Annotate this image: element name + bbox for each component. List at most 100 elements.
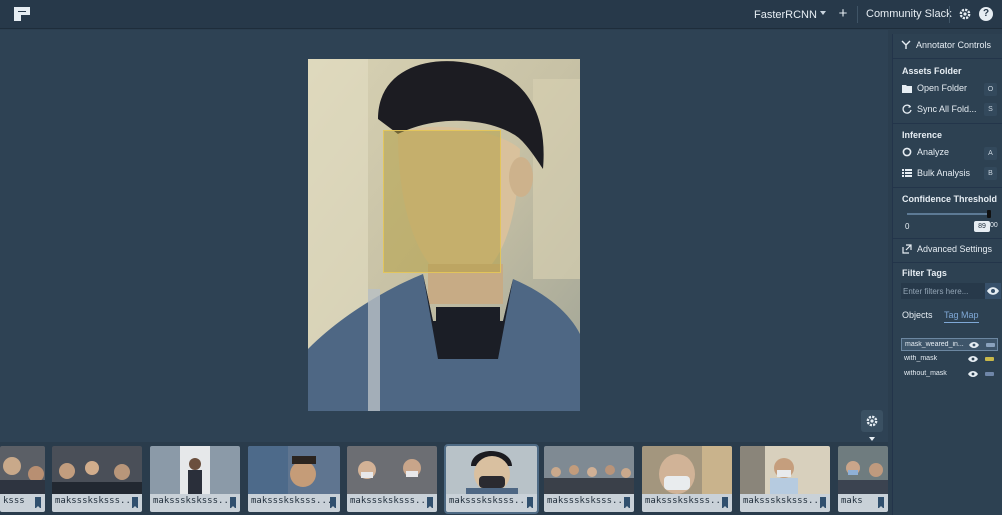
tag-row-without-mask[interactable]: without_mask xyxy=(901,368,998,381)
bookmark-icon[interactable] xyxy=(330,497,336,509)
logo-icon xyxy=(14,7,30,21)
analyze-button[interactable]: Analyze xyxy=(902,144,949,160)
thumbnail-label: maks xyxy=(841,496,863,506)
thumbnail-image xyxy=(150,446,240,494)
bookmark-icon[interactable] xyxy=(132,497,138,509)
thumbnail[interactable]: maksssksksss... xyxy=(347,446,437,512)
tag-row-mask-weared-incorrect[interactable]: mask_weared_in... xyxy=(901,338,998,351)
advanced-settings-label: Advanced Settings xyxy=(917,244,993,254)
collapse-filmstrip-icon[interactable] xyxy=(869,437,875,441)
thumbnail-image xyxy=(52,446,142,494)
eye-icon[interactable] xyxy=(968,370,978,378)
confidence-slider-handle[interactable] xyxy=(987,210,991,218)
thumbnail-label: maksssksksss... xyxy=(350,496,432,506)
thumbnail[interactable]: ksss xyxy=(0,446,45,512)
thumbnail-label: maksssksksss... xyxy=(547,496,629,506)
tab-objects[interactable]: Objects xyxy=(902,310,933,320)
tag-row-with-mask[interactable]: with_mask xyxy=(901,353,998,366)
external-settings-icon xyxy=(902,244,912,254)
slider-value: 89 xyxy=(974,221,990,232)
advanced-settings-button[interactable]: Advanced Settings xyxy=(902,241,992,257)
thumbnail-caption: maksssksksss... xyxy=(446,494,537,512)
canvas-settings-button[interactable] xyxy=(861,410,883,432)
gear-icon xyxy=(866,415,878,427)
thumbnail[interactable]: maksssksksss... xyxy=(740,446,830,512)
thumbnail-label: maksssksksss... xyxy=(645,496,727,506)
thumbnail-caption: ksss xyxy=(0,494,45,512)
add-model-button[interactable]: + xyxy=(834,5,852,23)
sync-folder-button[interactable]: Sync All Fold... xyxy=(902,101,977,117)
tag-name: without_mask xyxy=(904,370,947,377)
annotated-image[interactable] xyxy=(308,59,580,411)
filter-visibility-button[interactable] xyxy=(985,283,1001,299)
tab-tag-map[interactable]: Tag Map xyxy=(944,310,979,323)
bulk-analysis-label: Bulk Analysis xyxy=(917,168,971,178)
bookmark-icon[interactable] xyxy=(878,497,884,509)
thumbnail-image xyxy=(544,446,634,494)
folder-icon xyxy=(902,84,912,93)
bookmark-icon[interactable] xyxy=(427,497,433,509)
thumbnail-label: ksss xyxy=(3,496,25,506)
bookmark-icon[interactable] xyxy=(527,497,533,509)
bulk-analysis-button[interactable]: Bulk Analysis xyxy=(902,165,970,181)
confidence-threshold-title: Confidence Threshold xyxy=(902,194,998,204)
thumbnail-selected[interactable]: maksssksksss... xyxy=(444,444,539,514)
thumbnail-image xyxy=(642,446,732,494)
thumbnail-label: maksssksksss... xyxy=(153,496,235,506)
bookmark-icon[interactable] xyxy=(230,497,236,509)
shortcut-key: O xyxy=(984,83,997,96)
confidence-slider[interactable] xyxy=(907,213,987,215)
image-canvas[interactable] xyxy=(0,30,888,442)
thumbnail-caption: maksssksksss... xyxy=(642,494,732,512)
filter-tags-input[interactable] xyxy=(901,283,985,299)
gear-icon[interactable] xyxy=(958,7,972,21)
thumbnail-caption: maksssksksss... xyxy=(347,494,437,512)
inference-title: Inference xyxy=(902,130,943,140)
bookmark-icon[interactable] xyxy=(35,497,41,509)
analyze-icon xyxy=(902,147,912,157)
thumbnail[interactable]: maksssksksss... xyxy=(248,446,340,512)
divider xyxy=(893,238,1002,239)
tag-color-swatch xyxy=(985,372,994,376)
bookmark-icon[interactable] xyxy=(624,497,630,509)
help-icon[interactable]: ? xyxy=(979,7,993,21)
tag-name: with_mask xyxy=(904,355,938,362)
chevron-down-icon xyxy=(820,11,826,15)
open-folder-button[interactable]: Open Folder xyxy=(902,80,967,96)
thumbnail-image xyxy=(740,446,830,494)
tag-color-swatch xyxy=(985,357,994,361)
eye-icon[interactable] xyxy=(969,341,979,349)
branch-icon xyxy=(901,40,911,49)
sync-folder-label: Sync All Fold... xyxy=(917,104,977,114)
slider-min-label: 0 xyxy=(905,222,910,231)
model-select-label: FasterRCNN xyxy=(754,8,817,21)
bookmark-icon[interactable] xyxy=(722,497,728,509)
eye-icon[interactable] xyxy=(968,355,978,363)
thumbnail[interactable]: maksssksksss... xyxy=(52,446,142,512)
bookmark-icon[interactable] xyxy=(820,497,826,509)
bounding-box-with-mask[interactable] xyxy=(383,130,501,273)
divider xyxy=(893,58,1002,59)
community-slack-link[interactable]: Community Slack xyxy=(866,0,952,29)
analyze-label: Analyze xyxy=(917,147,950,157)
thumbnail-caption: maksssksksss... xyxy=(150,494,240,512)
thumbnail-label: maksssksksss... xyxy=(449,496,531,506)
filter-tags-title: Filter Tags xyxy=(902,268,947,278)
open-folder-label: Open Folder xyxy=(917,83,968,93)
thumbnail[interactable]: maksssksksss... xyxy=(544,446,634,512)
panel-title: Annotator Controls xyxy=(916,40,992,50)
thumbnail-caption: maksssksksss... xyxy=(544,494,634,512)
thumbnail-label: maksssksksss... xyxy=(743,496,825,506)
divider xyxy=(893,187,1002,188)
divider xyxy=(893,123,1002,124)
thumbnail-label: maksssksksss... xyxy=(251,496,333,506)
thumbnail[interactable]: maksssksksss... xyxy=(642,446,732,512)
model-select[interactable]: FasterRCNN xyxy=(744,0,830,29)
eye-icon xyxy=(987,287,999,295)
thumbnail[interactable]: maks xyxy=(838,446,888,512)
thumbnail-caption: maksssksksss... xyxy=(52,494,142,512)
shortcut-key: B xyxy=(984,167,997,180)
top-bar: FasterRCNN + Community Slack ? xyxy=(0,0,1002,29)
shortcut-key: S xyxy=(984,103,997,116)
thumbnail[interactable]: maksssksksss... xyxy=(150,446,240,512)
